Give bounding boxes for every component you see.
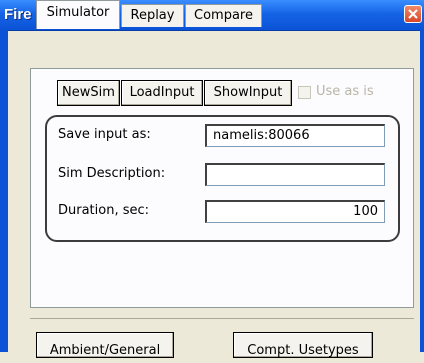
new-sim-button[interactable]: NewSim	[57, 80, 120, 106]
show-input-button[interactable]: ShowInput	[204, 80, 292, 106]
tab-replay[interactable]: Replay	[121, 4, 184, 27]
sim-description-label: Sim Description:	[58, 166, 166, 181]
separator	[30, 318, 414, 319]
save-input-label: Save input as:	[58, 127, 151, 142]
use-as-is-checkbox[interactable]	[298, 86, 311, 99]
close-button[interactable]	[404, 5, 422, 23]
ambient-general-button[interactable]: Ambient/General	[36, 332, 174, 358]
window-frame-left	[0, 30, 8, 352]
tab-compare[interactable]: Compare	[185, 4, 262, 27]
sim-description-field[interactable]	[205, 163, 385, 186]
duration-label: Duration, sec:	[58, 203, 150, 218]
use-as-is-label: Use as is	[316, 84, 374, 99]
load-input-button[interactable]: LoadInput	[121, 80, 203, 106]
window-frame-right	[420, 30, 424, 352]
save-input-field[interactable]: namelis:80066	[205, 124, 385, 147]
close-icon	[408, 9, 418, 19]
duration-field[interactable]: 100	[205, 200, 385, 223]
tab-simulator[interactable]: Simulator	[36, 0, 120, 29]
compt-usetypes-button[interactable]: Compt. Usetypes	[233, 332, 373, 358]
